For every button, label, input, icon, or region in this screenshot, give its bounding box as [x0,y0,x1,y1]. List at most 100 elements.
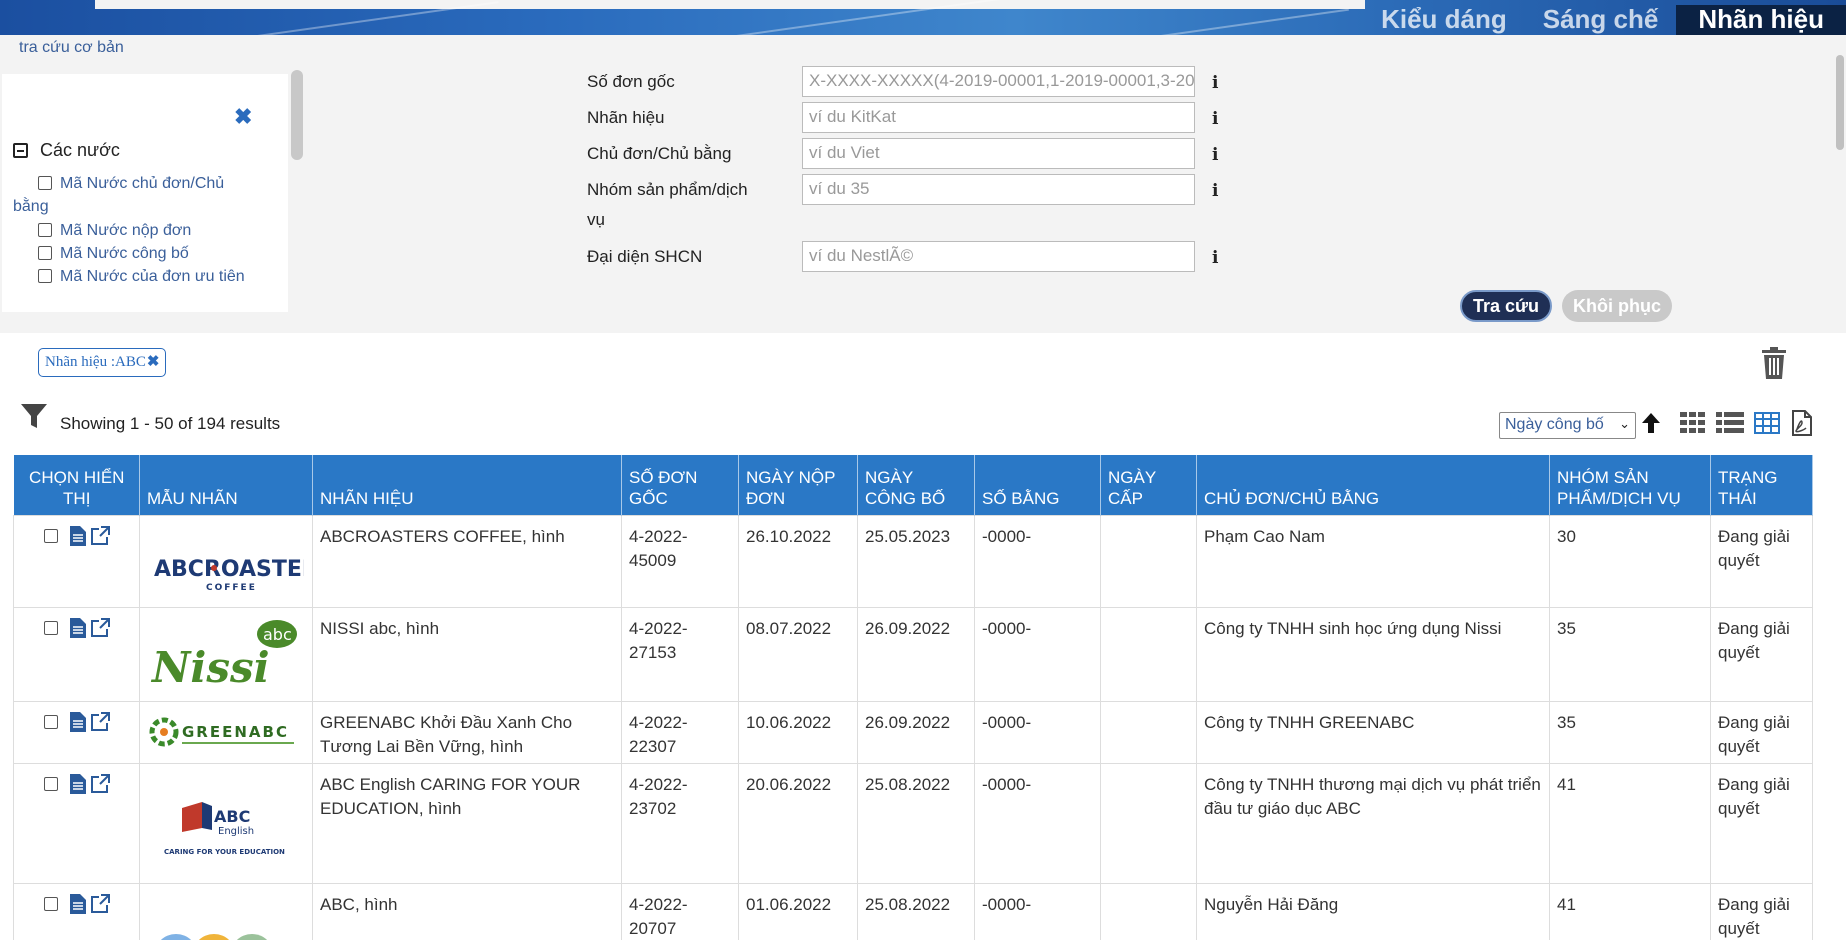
col-header-status[interactable]: TRẠNG THÁI [1710,455,1813,515]
col-header-owner[interactable]: CHỦ ĐƠN/CHỦ BẰNG [1196,455,1550,515]
info-icon[interactable]: i [1212,145,1218,165]
row-checkbox[interactable] [44,620,58,635]
tab-nhan-hieu[interactable]: Nhãn hiệu [1676,5,1846,35]
col-header-select[interactable]: CHỌN HIỂN THỊ [13,455,140,515]
search-button[interactable]: Tra cứu [1460,290,1552,322]
mark-name[interactable]: ABC, hình [312,882,622,940]
reset-button[interactable]: Khôi phục [1562,290,1672,322]
application-number-input[interactable]: X-XXXX-XXXXX(4-2019-00001,1-2019-00001,3… [802,66,1195,97]
label-trademark: Nhãn hiệu [587,108,665,127]
trademark-logo-image[interactable]: ABCROASTERS COFFEE [144,522,335,600]
status: Đang giải quyết [1710,762,1813,884]
collapse-icon[interactable] [13,143,28,158]
filter-option-owner-country-cont: bằng [13,198,49,215]
trademark-logo-image[interactable]: ABC English CARING FOR YOUR EDUCATION [144,770,304,870]
external-link-icon[interactable] [90,773,110,794]
close-icon[interactable]: ✖ [234,104,252,130]
table-row[interactable]: GREENABC GREENABC Khởi Đầu Xanh Cho Tươn… [13,700,1813,764]
mark-name[interactable]: GREENABC Khởi Đầu Xanh Cho Tương Lai Bền… [312,700,622,764]
checkbox[interactable] [38,223,52,237]
active-filter-chip[interactable]: Nhãn hiệu :ABC✖ [38,348,167,377]
info-icon[interactable]: i [1212,248,1218,268]
sort-select[interactable]: Ngày công bố ⌄ [1499,412,1636,439]
sidebar-scrollbar[interactable] [291,70,303,160]
col-header-publication-date[interactable]: NGÀY CÔNG BỐ [857,455,975,515]
col-header-filing-date[interactable]: NGÀY NỘP ĐƠN [738,455,858,515]
external-link-icon[interactable] [90,711,110,732]
external-link-icon[interactable] [90,525,110,546]
document-icon[interactable] [70,893,86,914]
tab-sang-che[interactable]: Sáng chế [1525,5,1677,35]
checkbox[interactable] [38,176,52,190]
mark-name[interactable]: ABCROASTERS COFFEE, hình [312,514,622,608]
certificate-number: -0000- [974,700,1101,764]
logo-subtext: COFFEE [206,583,257,593]
document-icon[interactable] [70,525,86,546]
filter-option-publication-country[interactable]: Mã Nước công bố [38,242,189,265]
info-icon[interactable]: i [1212,73,1218,93]
grid-view-icon[interactable] [1680,412,1706,434]
document-icon[interactable] [70,617,86,638]
status: Đang giải quyết [1710,606,1813,702]
trash-icon[interactable] [1760,346,1788,385]
class: 41 [1549,882,1711,940]
category-tabs: Kiểu dáng Sáng chế Nhãn hiệu [1363,0,1846,35]
row-checkbox[interactable] [44,528,58,543]
row-checkbox[interactable] [44,776,58,791]
filter-icon[interactable] [20,402,48,435]
trademark-input[interactable]: ví du KitKat [802,102,1195,133]
col-header-class[interactable]: NHÓM SẢN PHẨM/DỊCH VỤ [1549,455,1711,515]
filter-option-owner-country[interactable]: Mã Nước chủ đơn/Chủ [38,172,224,195]
chip-close-icon[interactable]: ✖ [147,354,160,370]
checkbox[interactable] [38,269,52,283]
status: Đang giải quyết [1710,700,1813,764]
grant-date [1100,700,1197,764]
col-header-logo[interactable]: MẪU NHÃN [139,455,313,515]
logo-text: Nissi [150,643,270,692]
table-row[interactable]: ABCROASTERS COFFEE ABCROASTERS COFFEE, h… [13,514,1813,608]
row-checkbox[interactable] [44,714,58,729]
col-header-certificate-number[interactable]: SỐ BẰNG [974,455,1101,515]
info-icon[interactable]: i [1212,181,1218,201]
list-view-icon[interactable] [1716,412,1744,434]
checkbox[interactable] [38,246,52,260]
label-owner: Chủ đơn/Chủ bằng [587,144,732,163]
table-row[interactable]: ABC, hình 4-2022-20707 01.06.2022 25.08.… [13,882,1813,940]
row-select-cell [13,762,140,884]
sort-direction-icon[interactable] [1640,411,1662,435]
col-header-mark[interactable]: NHÃN HIỆU [312,455,622,515]
trademark-logo-image[interactable]: Nissi abc [144,614,304,694]
filter-group-label: Các nước [40,140,120,160]
trademark-logo-image[interactable] [144,890,304,940]
table-row[interactable]: Nissi abc NISSI abc, hình 4-2022-27153 0… [13,606,1813,702]
logo-cell: ABC English CARING FOR YOUR EDUCATION [139,762,313,884]
row-checkbox[interactable] [44,896,58,911]
class-input[interactable]: ví du 35 [802,174,1195,205]
col-header-application-number[interactable]: SỐ ĐƠN GỐC [621,455,739,515]
info-icon[interactable]: i [1212,109,1218,129]
document-icon[interactable] [70,773,86,794]
external-link-icon[interactable] [90,617,110,638]
application-number: 4-2022-22307 [621,700,739,764]
header-banner: Kiểu dáng Sáng chế Nhãn hiệu [0,0,1846,35]
external-link-icon[interactable] [90,893,110,914]
page-scrollbar[interactable] [1832,35,1846,155]
table-row[interactable]: ABC English CARING FOR YOUR EDUCATION AB… [13,762,1813,884]
basic-search-link[interactable]: tra cứu cơ bản [19,39,124,57]
application-number: 4-2022-27153 [621,606,739,702]
document-icon[interactable] [70,711,86,732]
mark-name[interactable]: NISSI abc, hình [312,606,622,702]
mark-name[interactable]: ABC English CARING FOR YOUR EDUCATION, h… [312,762,622,884]
application-number: 4-2022-23702 [621,762,739,884]
filter-option-priority-country[interactable]: Mã Nước của đơn ưu tiên [38,265,245,288]
owner: Phạm Cao Nam [1196,514,1550,608]
pdf-icon[interactable] [1790,410,1814,436]
table-view-icon[interactable] [1754,412,1780,434]
owner-input[interactable]: ví du Viet [802,138,1195,169]
tab-kieu-dang[interactable]: Kiểu dáng [1363,5,1525,35]
agent-input[interactable]: ví du NestlÃ© [802,241,1195,272]
col-header-grant-date[interactable]: NGÀY CẤP [1100,455,1197,515]
trademark-logo-image[interactable]: GREENABC [144,708,304,756]
filter-option-filing-country[interactable]: Mã Nước nộp đơn [38,219,191,242]
filter-group-countries[interactable]: Các nước [13,140,120,161]
